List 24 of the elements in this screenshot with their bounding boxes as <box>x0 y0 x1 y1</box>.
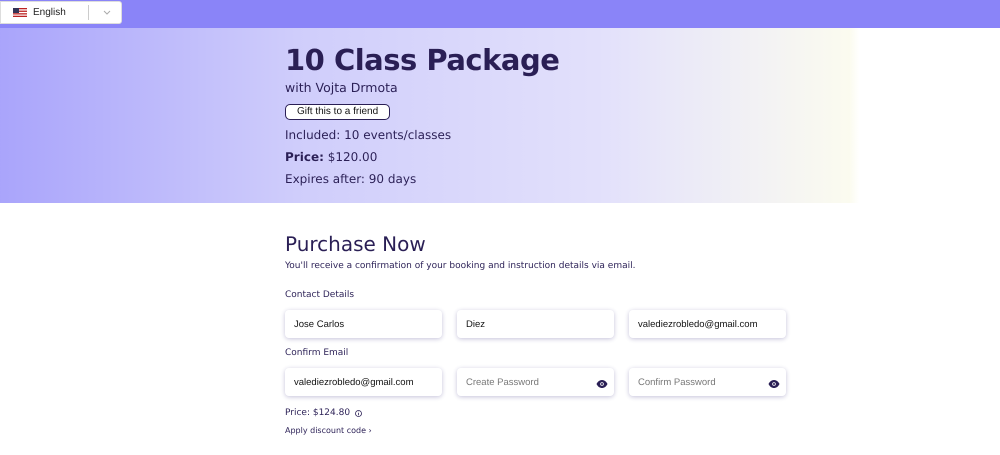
gift-button[interactable]: Gift this to a friend <box>285 104 390 120</box>
info-icon[interactable] <box>355 410 362 416</box>
package-title: 10 Class Package <box>285 42 560 78</box>
password-field[interactable]: Create Password <box>457 368 614 396</box>
package-detail: Expires after: 90 days <box>285 172 418 186</box>
package-detail: Price: $120.00 <box>285 150 378 164</box>
discount-link[interactable]: Apply discount code › <box>285 426 372 435</box>
language-select[interactable]: English <box>0 1 122 24</box>
field-group-label: Confirm Email <box>285 348 350 358</box>
intro-text: You'll receive a confirmation of your booking and instruction details via email. <box>285 261 636 271</box>
flag-icon <box>13 8 27 17</box>
eye-icon[interactable] <box>596 380 608 388</box>
password-field[interactable]: Confirm Password <box>629 368 786 396</box>
input-field[interactable]: Jose Carlos <box>285 310 442 338</box>
eye-icon[interactable] <box>768 380 780 388</box>
package-detail: Included: 10 events/classes <box>285 128 452 142</box>
field-group-label: Contact Details <box>285 290 356 300</box>
input-field[interactable]: Diez <box>457 310 614 338</box>
section-title: Purchase Now <box>285 231 427 257</box>
chevron-down-icon <box>103 10 111 15</box>
input-field[interactable]: valediezrobledo@gmail.com <box>629 310 786 338</box>
instructor-name: with Vojta Drmota <box>285 80 399 95</box>
input-field[interactable]: valediezrobledo@gmail.com <box>285 368 442 396</box>
total-price: Price: $124.80 <box>285 408 350 418</box>
